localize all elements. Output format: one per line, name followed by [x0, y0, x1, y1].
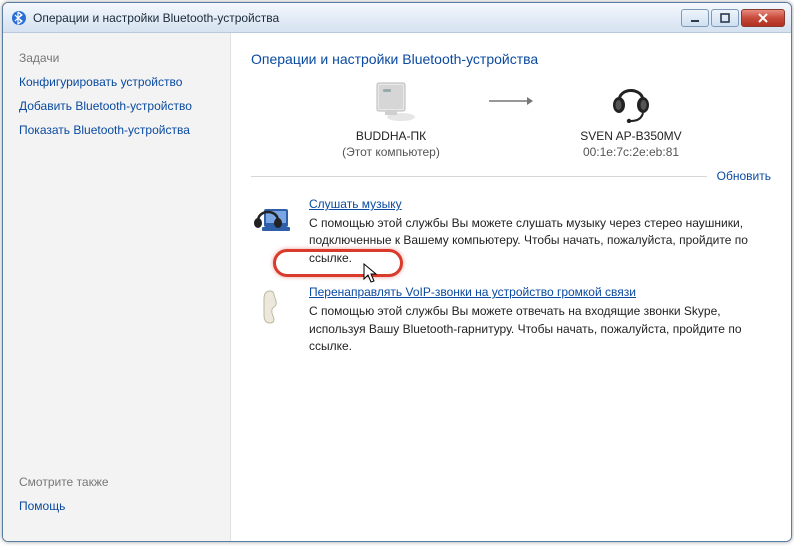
service-listen-music: Слушать музыку С помощью этой службы Вы …	[251, 197, 771, 267]
service-voip-redirect: Перенаправлять VoIP-звонки на устройство…	[251, 285, 771, 355]
minimize-button[interactable]	[681, 9, 709, 27]
device-remote-mac: 00:1e:7c:2e:eb:81	[536, 145, 726, 159]
maximize-button[interactable]	[711, 9, 739, 27]
window-body: Задачи Конфигурировать устройство Добави…	[3, 33, 791, 541]
divider-row: Обновить	[251, 169, 771, 183]
sidebar: Задачи Конфигурировать устройство Добави…	[3, 33, 231, 541]
device-remote-name: SVEN AP-B350MV	[536, 129, 726, 143]
titlebar: Операции и настройки Bluetooth-устройств…	[3, 3, 791, 33]
refresh-link[interactable]: Обновить	[717, 169, 771, 183]
service-body: Слушать музыку С помощью этой службы Вы …	[309, 197, 771, 267]
sidebar-item-show-bluetooth-devices[interactable]: Показать Bluetooth-устройства	[19, 123, 214, 137]
service-body: Перенаправлять VoIP-звонки на устройство…	[309, 285, 771, 355]
window-controls	[681, 9, 785, 27]
service-desc: С помощью этой службы Вы можете слушать …	[309, 215, 771, 267]
music-headphones-icon	[251, 197, 299, 241]
sidebar-heading-tasks: Задачи	[19, 51, 214, 65]
window-title: Операции и настройки Bluetooth-устройств…	[33, 11, 681, 25]
device-remote: SVEN AP-B350MV 00:1e:7c:2e:eb:81	[536, 79, 726, 159]
divider-line	[251, 176, 707, 177]
sidebar-item-help[interactable]: Помощь	[19, 499, 214, 513]
service-link-voip[interactable]: Перенаправлять VoIP-звонки на устройство…	[309, 285, 636, 299]
main-content: Операции и настройки Bluetooth-устройств…	[231, 33, 791, 541]
device-local-name: BUDDHA-ПК	[296, 129, 486, 143]
close-button[interactable]	[741, 9, 785, 27]
sidebar-item-configure-device[interactable]: Конфигурировать устройство	[19, 75, 214, 89]
window: Операции и настройки Bluetooth-устройств…	[2, 2, 792, 542]
content-heading: Операции и настройки Bluetooth-устройств…	[251, 51, 771, 67]
sidebar-heading-see-also: Смотрите также	[19, 475, 214, 489]
computer-icon	[363, 79, 419, 123]
sidebar-item-add-bluetooth-device[interactable]: Добавить Bluetooth-устройство	[19, 99, 214, 113]
service-desc: С помощью этой службы Вы можете отвечать…	[309, 303, 771, 355]
bluetooth-icon	[11, 10, 27, 26]
connection-arrow-icon	[486, 79, 536, 123]
device-local-sub: (Этот компьютер)	[296, 145, 486, 159]
phone-handset-icon	[251, 285, 299, 329]
device-local: BUDDHA-ПК (Этот компьютер)	[296, 79, 486, 159]
service-link-listen-music[interactable]: Слушать музыку	[309, 197, 402, 211]
device-pair: BUDDHA-ПК (Этот компьютер)	[251, 79, 771, 159]
headset-icon	[603, 79, 659, 123]
